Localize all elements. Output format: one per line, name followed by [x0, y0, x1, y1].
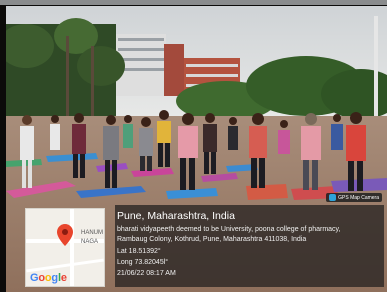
screenshot-frame: HANUM NAGA Google GPS Map Camera Pune, M…	[0, 0, 387, 292]
location-title: Pune, Maharashtra, India	[117, 210, 235, 222]
map-area-label-line1: HANUM	[81, 230, 103, 236]
map-area-label: HANUM NAGA	[81, 229, 103, 247]
gps-map-camera-badge: GPS Map Camera	[326, 193, 382, 202]
datetime-value: 21/06/22 08:17 AM	[117, 270, 176, 277]
address-line-1: bharati vidyapeeth deemed to be Universi…	[117, 226, 341, 233]
google-logo: Google	[30, 272, 67, 284]
map-road	[70, 209, 74, 286]
longitude-value: Long 73.82045l°	[117, 259, 169, 266]
address-line-2: Rambaug Colony, Kothrud, Pune, Maharasht…	[117, 236, 307, 243]
geotag-overlay: HANUM NAGA Google GPS Map Camera Pune, M…	[20, 193, 384, 287]
camera-app-icon	[329, 194, 337, 201]
top-border	[0, 0, 387, 5]
map-pin-icon	[57, 224, 73, 246]
location-info-panel: GPS Map Camera Pune, Maharashtra, India …	[115, 193, 384, 287]
map-thumbnail[interactable]: HANUM NAGA Google	[25, 208, 105, 287]
map-area-label-line2: NAGA	[81, 239, 99, 245]
map-road	[26, 258, 104, 273]
badge-label: GPS Map Camera	[338, 194, 379, 201]
latitude-value: Lat 18.51392°	[117, 248, 161, 255]
